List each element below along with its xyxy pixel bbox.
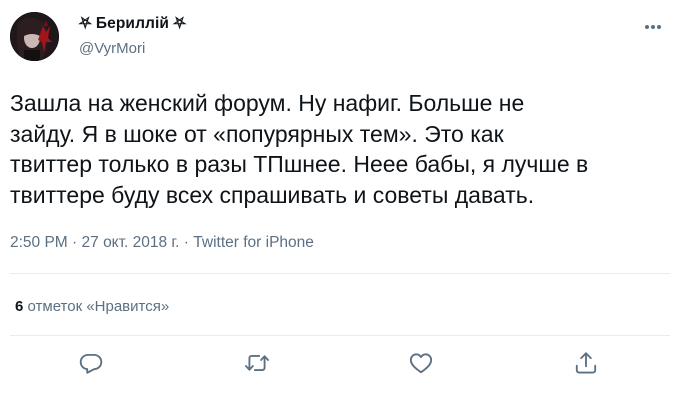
reply-icon[interactable] [78, 350, 104, 376]
avatar[interactable] [10, 12, 59, 61]
divider [10, 335, 670, 336]
tweet-meta: 2:50 PM · 27 окт. 2018 г. · Twitter for … [10, 234, 314, 252]
author-handle[interactable]: @VyrMori [79, 40, 145, 57]
more-options-icon[interactable] [640, 14, 666, 40]
author-display-name[interactable]: ⛧ Бериллій ⛧ [79, 15, 186, 33]
divider [10, 273, 670, 274]
tweet-text-line: Зашла на женский форум. Ну нафиг. Больше… [10, 90, 525, 116]
tweet-time[interactable]: 2:50 PM [10, 234, 68, 251]
retweet-icon[interactable] [244, 350, 270, 376]
heart-icon[interactable] [408, 350, 434, 376]
tweet-card: ⛧ Бериллій ⛧ @VyrMori Зашла на женский ф… [0, 0, 680, 407]
meta-separator: · [179, 234, 194, 251]
tweet-text-line: твиттер только в разы ТПшнее. Неее бабы,… [10, 151, 589, 177]
likes-count[interactable]: 6 отметок «Нравится» [15, 298, 169, 315]
tweet-text-line: твиттере буду всех спрашивать и советы д… [10, 181, 535, 208]
avatar-image [10, 12, 59, 61]
tweet-text-line: зайду. Я в шоке от «попурярных тем». Это… [10, 120, 504, 147]
tweet-text: Зашла на женский форум. Ну нафиг. Больше… [10, 88, 670, 210]
share-icon[interactable] [573, 350, 599, 376]
meta-separator: · [67, 234, 82, 251]
tweet-source[interactable]: Twitter for iPhone [193, 234, 314, 251]
likes-label: отметок «Нравится» [23, 298, 170, 315]
tweet-date[interactable]: 27 окт. 2018 г. [82, 234, 180, 251]
